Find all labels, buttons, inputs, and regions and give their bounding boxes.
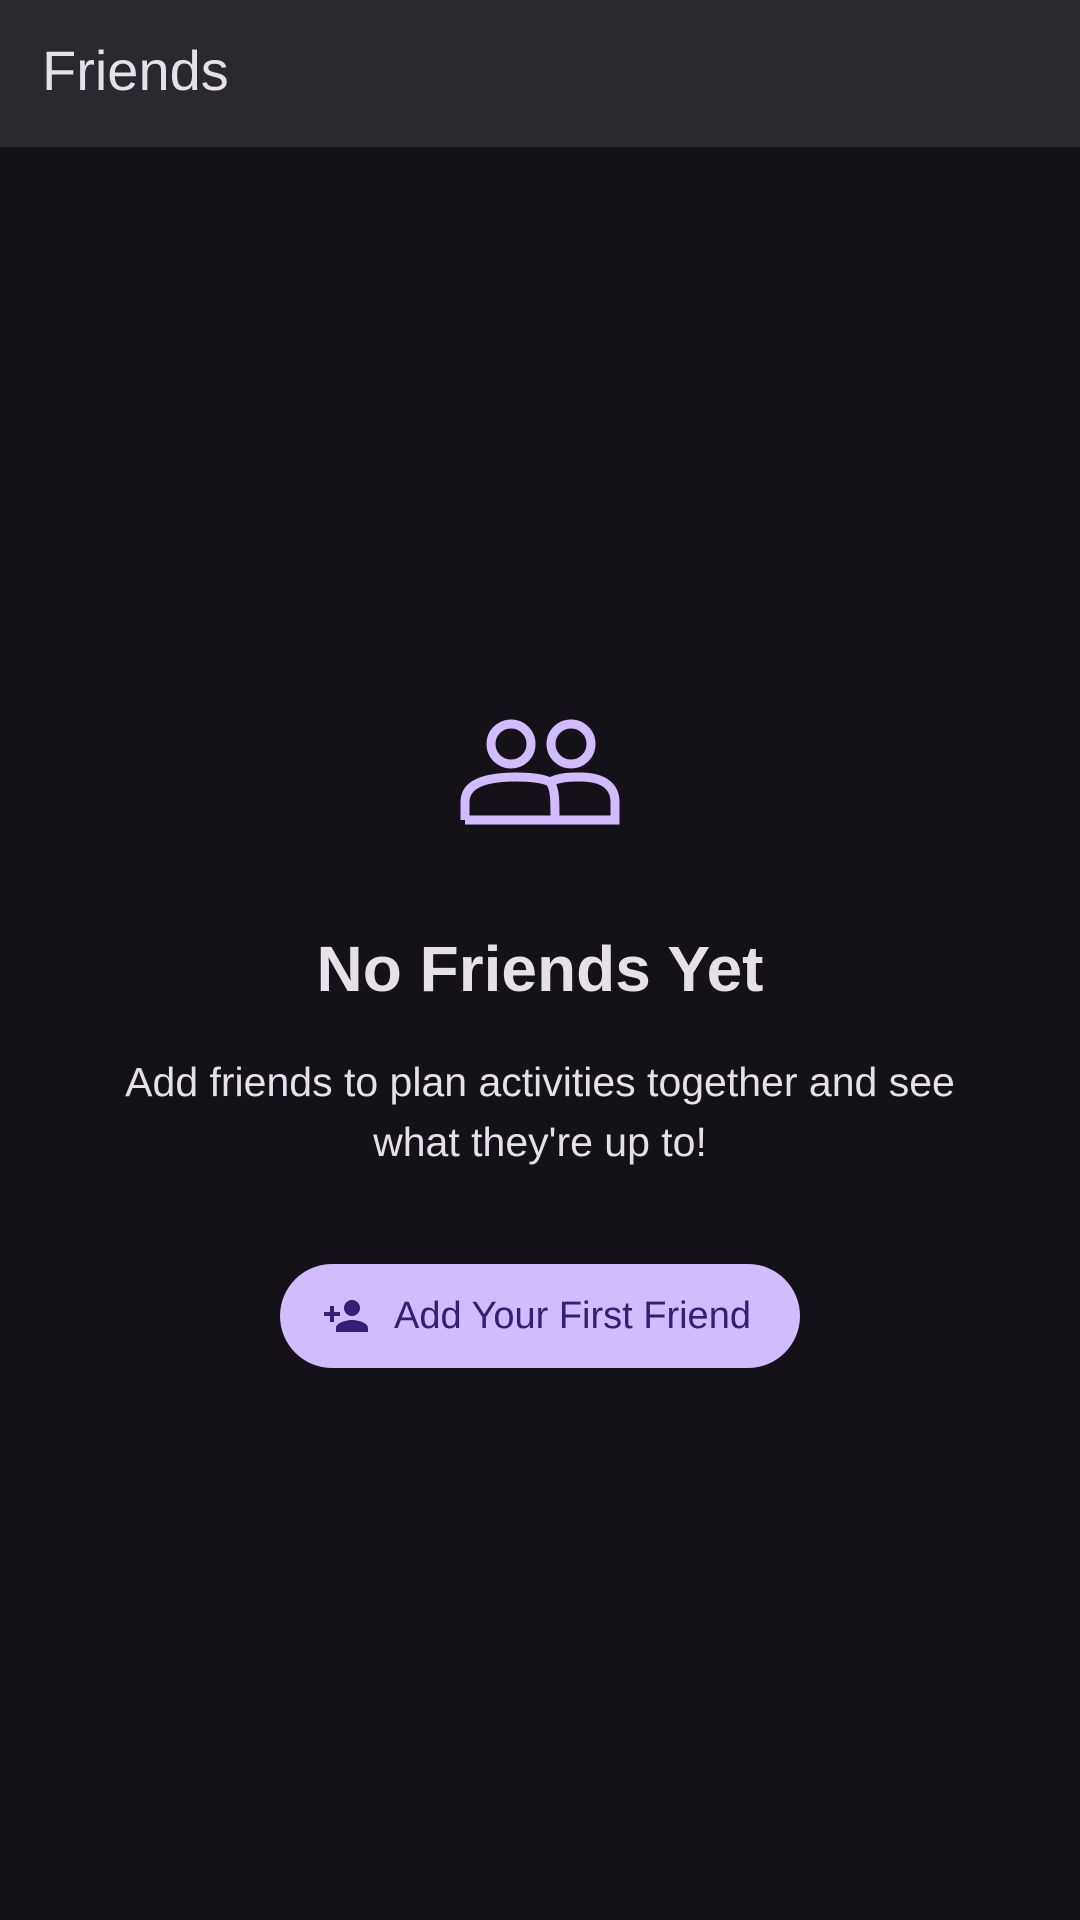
empty-state-title: No Friends Yet [316, 933, 764, 1005]
add-first-friend-label: Add Your First Friend [394, 1294, 751, 1337]
top-app-bar: Friends [0, 0, 1080, 147]
empty-state-message: Add friends to plan activities together … [125, 1059, 955, 1165]
empty-state: No Friends Yet Add friends to plan activ… [0, 147, 1080, 1920]
friends-screen: Friends No Friends Yet Add friends to pl… [0, 0, 1080, 1920]
people-outline-icon [460, 719, 620, 825]
person-add-icon [324, 1300, 368, 1332]
add-first-friend-button[interactable]: Add Your First Friend [280, 1264, 800, 1368]
page-title: Friends [42, 39, 229, 102]
